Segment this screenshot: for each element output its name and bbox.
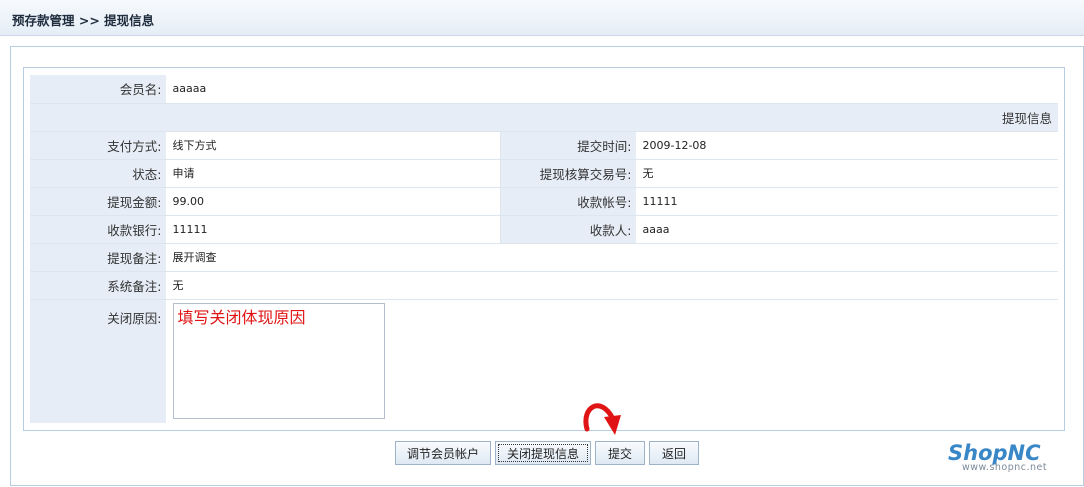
account-value: 11111 bbox=[636, 187, 1058, 216]
transaction-no-label: 提现核算交易号: bbox=[500, 159, 637, 188]
content-panel: 会员名: aaaaa 提现信息 支付方式: 线下方式 提交时间: 2009-12… bbox=[10, 46, 1084, 486]
member-value: aaaaa bbox=[166, 75, 1058, 104]
annotation-arrow-icon bbox=[583, 403, 621, 435]
row-system-remark: 系统备注: 无 bbox=[30, 271, 1058, 300]
system-remark-value: 无 bbox=[166, 271, 1058, 300]
row-amount: 提现金额: 99.00 收款帐号: 11111 bbox=[30, 187, 1058, 216]
breadcrumb-title: 预存款管理 >> 提现信息 bbox=[12, 13, 155, 28]
payee-value: aaaa bbox=[636, 215, 1058, 244]
row-status: 状态: 申请 提现核算交易号: 无 bbox=[30, 159, 1058, 188]
remark-value: 展开调查 bbox=[166, 243, 1058, 272]
close-reason-label: 关闭原因: bbox=[30, 299, 167, 423]
submit-time-value: 2009-12-08 bbox=[636, 131, 1058, 160]
payment-method-label: 支付方式: bbox=[30, 131, 167, 160]
section-title: 提现信息 bbox=[30, 103, 1058, 132]
remark-label: 提现备注: bbox=[30, 243, 167, 272]
system-remark-label: 系统备注: bbox=[30, 271, 167, 300]
row-payment: 支付方式: 线下方式 提交时间: 2009-12-08 bbox=[30, 131, 1058, 160]
adjust-account-button[interactable]: 调节会员帐户 bbox=[395, 441, 491, 465]
bank-value: 11111 bbox=[166, 215, 501, 244]
back-button[interactable]: 返回 bbox=[649, 441, 699, 465]
row-remark: 提现备注: 展开调查 bbox=[30, 243, 1058, 272]
row-section-title: 提现信息 bbox=[30, 103, 1058, 132]
submit-time-label: 提交时间: bbox=[500, 131, 637, 160]
amount-label: 提现金额: bbox=[30, 187, 167, 216]
withdraw-info-box: 会员名: aaaaa 提现信息 支付方式: 线下方式 提交时间: 2009-12… bbox=[23, 67, 1065, 431]
logo-sub-text: www.shopnc.net bbox=[962, 462, 1048, 473]
withdraw-info-table: 会员名: aaaaa 提现信息 支付方式: 线下方式 提交时间: 2009-12… bbox=[30, 75, 1058, 423]
transaction-no-value: 无 bbox=[636, 159, 1058, 188]
bank-label: 收款银行: bbox=[30, 215, 167, 244]
row-member: 会员名: aaaaa bbox=[30, 75, 1058, 104]
shopnc-logo: ShopNC www.shopnc.net bbox=[948, 441, 1076, 473]
payment-method-value: 线下方式 bbox=[166, 131, 501, 160]
status-label: 状态: bbox=[30, 159, 167, 188]
member-label: 会员名: bbox=[30, 75, 167, 104]
submit-button[interactable]: 提交 bbox=[595, 441, 645, 465]
payee-label: 收款人: bbox=[500, 215, 637, 244]
amount-value: 99.00 bbox=[166, 187, 501, 216]
account-label: 收款帐号: bbox=[500, 187, 637, 216]
row-bank: 收款银行: 11111 收款人: aaaa bbox=[30, 215, 1058, 244]
status-value: 申请 bbox=[166, 159, 501, 188]
close-withdraw-button[interactable]: 关闭提现信息 bbox=[495, 441, 591, 465]
page-header: 预存款管理 >> 提现信息 bbox=[0, 0, 1084, 36]
row-close-reason: 关闭原因: 填写关闭体现原因 bbox=[30, 299, 1058, 423]
close-reason-textarea[interactable]: 填写关闭体现原因 bbox=[172, 302, 385, 419]
